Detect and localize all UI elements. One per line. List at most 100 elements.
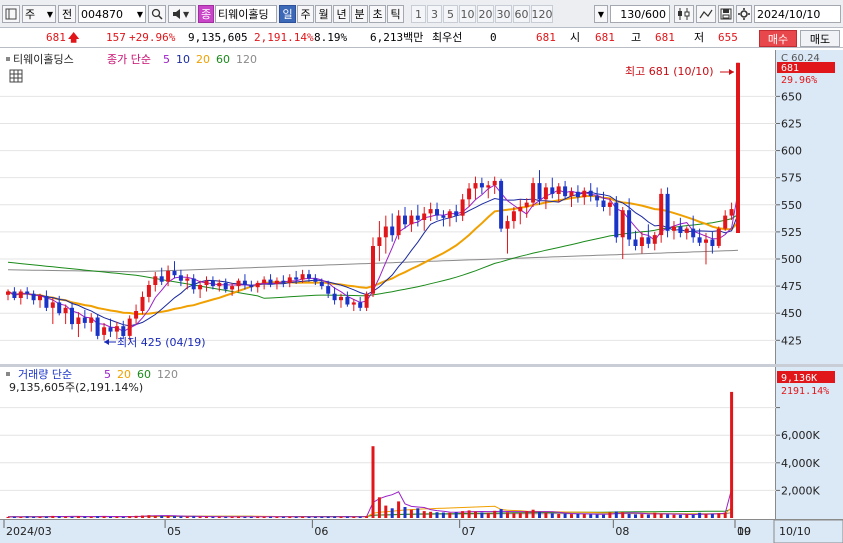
stock-chart[interactable]: 425 450 475 500 525 550 575 600 625 650 2,000K 4,0… xyxy=(0,50,843,543)
candle-body xyxy=(287,277,292,283)
code-input[interactable]: 004870 ▼ xyxy=(78,5,146,23)
date-tick-label: 2024/03 xyxy=(6,525,52,538)
volume-bar xyxy=(51,515,55,518)
volume-bar xyxy=(153,515,157,518)
price-tick-label: 625 xyxy=(781,117,802,130)
speaker-icon[interactable]: ▼ xyxy=(168,5,196,23)
volume-bar xyxy=(608,512,612,518)
candle-body xyxy=(31,293,36,301)
save-icon[interactable] xyxy=(718,5,734,23)
grid-toggle-icon[interactable] xyxy=(9,69,23,83)
count-tab-3[interactable]: 3 xyxy=(427,5,442,23)
range-field[interactable]: 130/600 xyxy=(610,5,670,23)
volume-bar xyxy=(550,513,554,518)
candle-body xyxy=(716,228,721,246)
current-volume-pct: 2191.14% xyxy=(781,386,829,397)
candle-body xyxy=(550,187,555,194)
count-tab-120[interactable]: 120 xyxy=(531,5,553,23)
period-tab-1[interactable]: 주 xyxy=(297,5,314,23)
period-tab-3[interactable]: 년 xyxy=(333,5,350,23)
volume-bar xyxy=(717,513,721,518)
volume-bar xyxy=(134,515,138,518)
price-pane-title: 티웨이홀딩스 xyxy=(13,53,74,66)
low-annotation: 최저 425 (04/19) xyxy=(117,336,206,349)
candle-body xyxy=(25,291,30,294)
magnifier-icon[interactable] xyxy=(148,5,166,23)
drawing-tool-icon[interactable] xyxy=(696,5,716,23)
volume-bar xyxy=(128,516,132,518)
market-type-label: 주 xyxy=(25,8,36,21)
period-tab-4[interactable]: 분 xyxy=(351,5,368,23)
volume-bar xyxy=(288,516,292,518)
candle-body xyxy=(511,211,516,222)
count-tab-60[interactable]: 60 xyxy=(513,5,530,23)
gear-icon[interactable] xyxy=(736,5,752,23)
period-tab-0[interactable]: 일 xyxy=(279,5,296,23)
price-tick-label: 550 xyxy=(781,199,802,212)
price-tick-label: 475 xyxy=(781,280,802,293)
period-tab-2[interactable]: 월 xyxy=(315,5,332,23)
volume-bar xyxy=(621,512,625,518)
candle-body xyxy=(409,215,414,225)
price-tick-label: 525 xyxy=(781,226,802,239)
count-tab-30[interactable]: 30 xyxy=(495,5,512,23)
date-field[interactable]: 2024/10/10 xyxy=(754,5,841,23)
open-price: 681 xyxy=(595,31,615,44)
volume-bar xyxy=(730,391,734,518)
candle-body xyxy=(422,213,427,220)
count-tab-5[interactable]: 5 xyxy=(443,5,458,23)
candle-body xyxy=(396,215,401,236)
high-annotation: 최고 681 (10/10) xyxy=(625,65,714,78)
count-tab-10[interactable]: 10 xyxy=(459,5,476,23)
range-dropdown[interactable]: ▼ xyxy=(594,5,608,23)
right-date-label: 10/10 xyxy=(779,525,811,538)
date-tick-label: 08 xyxy=(615,525,629,538)
candle-type-icon[interactable] xyxy=(674,5,694,23)
candle-body xyxy=(44,295,49,308)
price-tick-label: 425 xyxy=(781,334,802,347)
candle-body xyxy=(614,202,619,238)
candle-body xyxy=(70,307,74,325)
chevron-down-icon: ▼ xyxy=(597,9,605,19)
market-type-select[interactable]: 주 ▼ xyxy=(22,5,56,23)
volume-bar xyxy=(474,511,477,518)
stock-name-field[interactable]: 티웨이홀딩 xyxy=(215,5,277,23)
priority-value: 0 xyxy=(490,31,497,44)
candle-body xyxy=(262,279,267,283)
candle-body xyxy=(620,210,625,238)
volume-bar xyxy=(12,516,16,518)
sell-button[interactable]: 매도 xyxy=(800,30,840,47)
candle-body xyxy=(479,183,484,188)
period-tab-6[interactable]: 틱 xyxy=(387,5,404,23)
candle-body xyxy=(230,286,235,290)
stock-name: 티웨이홀딩 xyxy=(218,8,269,21)
volume-bar xyxy=(313,516,317,518)
volume-bar xyxy=(486,512,490,518)
period-tab-5[interactable]: 초 xyxy=(369,5,386,23)
volume-bar xyxy=(640,514,644,518)
volume-bar xyxy=(358,516,362,518)
chart-layout-icon[interactable] xyxy=(2,5,20,23)
volume-bar xyxy=(96,516,100,518)
pane-separator[interactable] xyxy=(0,364,843,367)
ma-legend-60: 60 xyxy=(216,53,230,66)
candle-body xyxy=(601,200,606,207)
candle-body xyxy=(63,307,68,314)
date-tick-label: 05 xyxy=(167,525,181,538)
candle-body xyxy=(377,237,382,246)
candle-body xyxy=(383,226,388,238)
candle-body xyxy=(639,237,644,246)
candle-body xyxy=(268,279,273,284)
candle-body xyxy=(575,191,580,198)
volume-bar xyxy=(115,516,119,518)
count-tab-20[interactable]: 20 xyxy=(477,5,494,23)
volume-bar xyxy=(19,517,23,518)
prev-button[interactable]: 전 xyxy=(58,5,76,23)
current-price: 681 xyxy=(46,31,66,44)
count-tab-1[interactable]: 1 xyxy=(411,5,426,23)
candle-body xyxy=(134,311,139,319)
candle-body xyxy=(140,296,145,311)
buy-button[interactable]: 매수 xyxy=(759,30,797,47)
candle-body xyxy=(473,183,478,189)
candle-body xyxy=(595,196,600,201)
